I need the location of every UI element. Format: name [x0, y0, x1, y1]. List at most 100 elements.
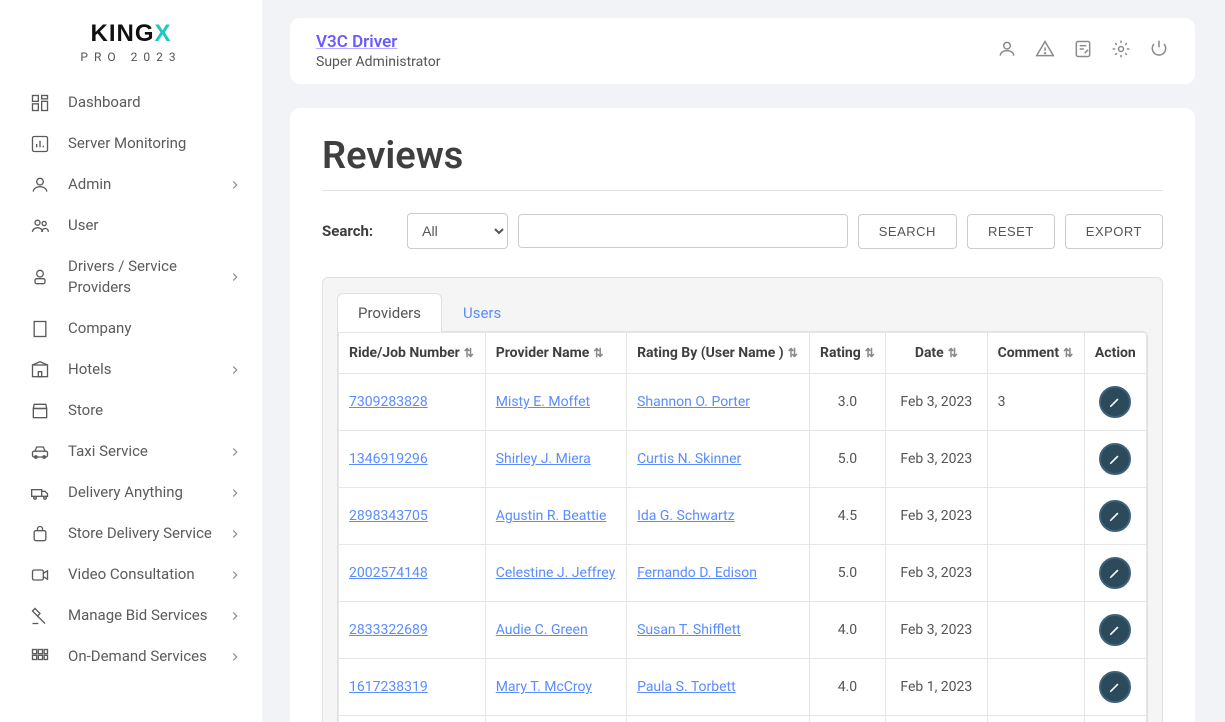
page-title: Reviews [322, 134, 1163, 191]
sidebar-item-taxi-service[interactable]: Taxi Service [0, 431, 262, 472]
cell-date: Feb 3, 2023 [886, 488, 988, 545]
user-link[interactable]: Curtis N. Skinner [637, 451, 741, 467]
sidebar-item-label: Store [68, 400, 242, 421]
pencil-icon [1108, 623, 1122, 637]
chevron-right-icon [228, 527, 242, 541]
sidebar-item-user[interactable]: User [0, 205, 262, 246]
gear-icon[interactable] [1111, 39, 1131, 63]
sidebar-item-label: Server Monitoring [68, 133, 242, 154]
sidebar-item-store-delivery-service[interactable]: Store Delivery Service [0, 513, 262, 554]
cell-action [1084, 374, 1146, 431]
search-select[interactable]: All [407, 213, 507, 249]
sidebar-item-admin[interactable]: Admin [0, 164, 262, 205]
store-icon [30, 401, 50, 421]
search-row: Search: All SEARCH RESET EXPORT [322, 191, 1163, 277]
cell-comment [987, 659, 1084, 716]
col-rating-by[interactable]: Rating By (User Name )⇅ [627, 333, 810, 374]
alert-icon[interactable] [1035, 39, 1055, 63]
sidebar-item-delivery-anything[interactable]: Delivery Anything [0, 472, 262, 513]
pencil-icon [1108, 395, 1122, 409]
edit-button[interactable] [1099, 500, 1131, 532]
col-rating[interactable]: Rating⇅ [809, 333, 885, 374]
sidebar-item-label: On-Demand Services [68, 646, 228, 667]
cell-ride: 2002574148 [339, 545, 486, 602]
sidebar-item-on-demand-services[interactable]: On-Demand Services [0, 636, 262, 677]
sidebar-item-dashboard[interactable]: Dashboard [0, 82, 262, 123]
user-link[interactable]: Paula S. Torbett [637, 679, 736, 695]
sort-icon: ⇅ [865, 346, 875, 360]
sidebar-item-video-consultation[interactable]: Video Consultation [0, 554, 262, 595]
search-input[interactable] [518, 214, 848, 248]
admin-icon [30, 175, 50, 195]
cell-provider: Shirley J. Miera [485, 431, 626, 488]
cell-rating: 4.0 [809, 602, 885, 659]
edit-button[interactable] [1099, 557, 1131, 589]
user-icon[interactable] [997, 39, 1017, 63]
cell-ride: 2833322689 [339, 602, 486, 659]
col-date[interactable]: Date⇅ [886, 333, 988, 374]
user-link[interactable]: Susan T. Shifflett [637, 622, 741, 638]
table-row: 2898343705 Agustin R. Beattie Ida G. Sch… [339, 488, 1147, 545]
sidebar-item-company[interactable]: Company [0, 308, 262, 349]
topbar-title[interactable]: V3C Driver [316, 32, 440, 52]
provider-link[interactable]: Shirley J. Miera [496, 451, 591, 467]
note-icon[interactable] [1073, 39, 1093, 63]
col-provider[interactable]: Provider Name⇅ [485, 333, 626, 374]
tabs: Providers Users [337, 292, 1148, 331]
tab-providers[interactable]: Providers [337, 293, 442, 332]
provider-link[interactable]: Celestine J. Jeffrey [496, 565, 616, 581]
cell-ride: 2898343705 [339, 488, 486, 545]
cell-date: Feb 3, 2023 [886, 374, 988, 431]
dashboard-icon [30, 93, 50, 113]
sidebar-item-hotels[interactable]: Hotels [0, 349, 262, 390]
ride-link[interactable]: 2002574148 [349, 565, 428, 581]
cell-rating: 3.0 [809, 374, 885, 431]
provider-link[interactable]: Misty E. Moffet [496, 394, 590, 410]
edit-button[interactable] [1099, 443, 1131, 475]
sidebar-item-drivers-service-provider[interactable]: Drivers / Service Providers [0, 246, 262, 308]
provider-link[interactable]: Agustin R. Beattie [496, 508, 607, 524]
search-label: Search: [322, 222, 373, 240]
cell-action [1084, 431, 1146, 488]
sidebar-item-server-monitoring[interactable]: Server Monitoring [0, 123, 262, 164]
user-link[interactable]: Shannon O. Porter [637, 394, 750, 410]
topbar: V3C Driver Super Administrator [290, 18, 1195, 84]
panel: Reviews Search: All SEARCH RESET EXPORT … [290, 108, 1195, 722]
sidebar-item-manage-bid-services[interactable]: Manage Bid Services [0, 595, 262, 636]
sidebar-item-label: Manage Bid Services [68, 605, 228, 626]
cell-user: Susan T. Shifflett [627, 602, 810, 659]
search-button[interactable]: SEARCH [858, 214, 957, 249]
sidebar-item-store[interactable]: Store [0, 390, 262, 431]
table-container: Ride/Job Number⇅ Provider Name⇅ Rating B… [337, 331, 1148, 722]
tab-users[interactable]: Users [442, 293, 522, 332]
user-link[interactable]: Ida G. Schwartz [637, 508, 735, 524]
chart-icon [30, 134, 50, 154]
pencil-icon [1108, 566, 1122, 580]
sidebar-item-label: Company [68, 318, 242, 339]
power-icon[interactable] [1149, 39, 1169, 63]
ride-link[interactable]: 1346919296 [349, 451, 428, 467]
ride-link[interactable]: 7309283828 [349, 394, 428, 410]
user-link[interactable]: Fernando D. Edison [637, 565, 757, 581]
cell-date: Feb 3, 2023 [886, 431, 988, 488]
provider-link[interactable]: Audie C. Green [496, 622, 588, 638]
building-icon [30, 319, 50, 339]
cell-date: Jan 31, 2023 [886, 716, 988, 722]
chevron-right-icon [228, 609, 242, 623]
edit-button[interactable] [1099, 614, 1131, 646]
col-comment[interactable]: Comment⇅ [987, 333, 1084, 374]
export-button[interactable]: EXPORT [1065, 214, 1163, 249]
pencil-icon [1108, 452, 1122, 466]
reset-button[interactable]: RESET [967, 214, 1055, 249]
edit-button[interactable] [1099, 386, 1131, 418]
provider-link[interactable]: Mary T. McCroy [496, 679, 592, 695]
ride-link[interactable]: 1617238319 [349, 679, 428, 695]
chevron-right-icon [228, 486, 242, 500]
edit-button[interactable] [1099, 671, 1131, 703]
ride-link[interactable]: 2833322689 [349, 622, 428, 638]
col-ride[interactable]: Ride/Job Number⇅ [339, 333, 486, 374]
cell-user: Curtis N. Skinner [627, 431, 810, 488]
users-icon [30, 216, 50, 236]
ride-link[interactable]: 2898343705 [349, 508, 428, 524]
sidebar-item-label: Delivery Anything [68, 482, 228, 503]
